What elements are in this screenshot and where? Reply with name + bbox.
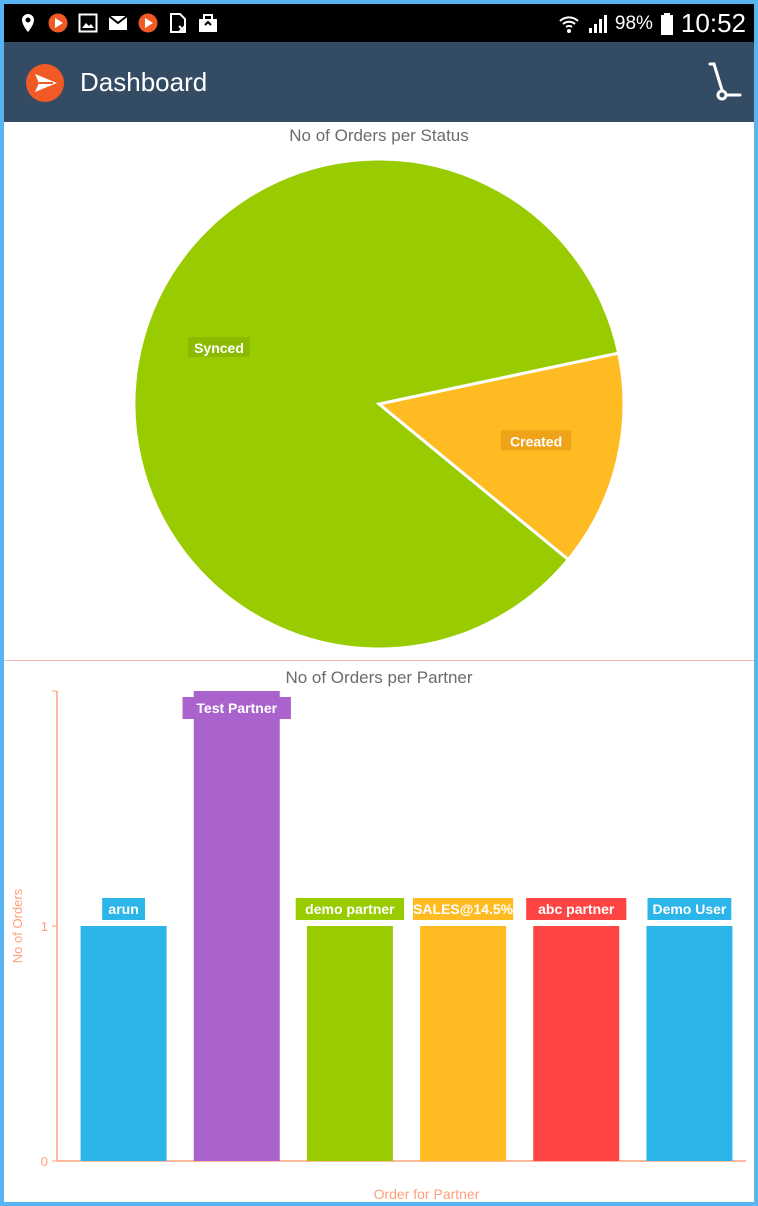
- bar-abc-partner[interactable]: [533, 926, 620, 1161]
- sim-icon: [170, 13, 186, 33]
- bar-arun[interactable]: [80, 926, 167, 1161]
- hand-truck-icon[interactable]: [704, 58, 744, 106]
- bar-label-demo-user: Demo User: [652, 901, 726, 917]
- bar-test-partner[interactable]: [193, 691, 280, 1161]
- status-pie-chart: Created Synced: [132, 157, 626, 651]
- pie-label-created: Created: [510, 433, 562, 449]
- mail-icon: [108, 15, 128, 30]
- battery-percentage: 98%: [614, 12, 653, 34]
- bar-label-sales-14-5: SALES@14.5%: [413, 901, 514, 917]
- location-icon: [22, 14, 34, 32]
- status-chart-panel: No of Orders per Status Created Synced: [4, 122, 754, 660]
- signal-icon: [588, 14, 607, 33]
- app-window: 98% 10:52 Dashboard No of Orders per Sta…: [0, 0, 758, 1206]
- gallery-icon: [78, 13, 98, 33]
- app-bar: Dashboard: [4, 42, 754, 122]
- bar-label-demo-partner: demo partner: [305, 901, 395, 917]
- bar-demo-user[interactable]: [646, 926, 733, 1161]
- bar-label-abc-partner: abc partner: [538, 901, 615, 917]
- paper-plane-icon[interactable]: [26, 64, 64, 102]
- bar-label-test-partner: Test Partner: [196, 700, 277, 716]
- y-tick-label: 1: [41, 919, 48, 934]
- play-icon: [48, 13, 68, 33]
- y-axis-label: No of Orders: [10, 888, 25, 963]
- bar-demo-partner[interactable]: [306, 926, 393, 1161]
- play-icon: [138, 13, 158, 33]
- y-tick-label: 0: [41, 1154, 48, 1169]
- status-bar: 98% 10:52: [4, 4, 754, 42]
- wifi-icon: [559, 15, 579, 33]
- clock: 10:52: [680, 8, 746, 38]
- x-axis-label: Order for Partner: [374, 1186, 480, 1202]
- page-title: Dashboard: [80, 67, 208, 97]
- pie-label-synced: Synced: [194, 340, 244, 356]
- battery-icon: [660, 12, 673, 35]
- bar-label-arun: arun: [108, 901, 138, 917]
- briefcase-icon: [199, 14, 217, 32]
- partner-chart-panel: No of Orders per Partner 0 1 No of Orders O…: [4, 661, 754, 1202]
- partner-bar-chart: 0 1 No of Orders Order for Partner arun Test …: [10, 690, 746, 1202]
- bar-sales-14-5[interactable]: [420, 926, 507, 1161]
